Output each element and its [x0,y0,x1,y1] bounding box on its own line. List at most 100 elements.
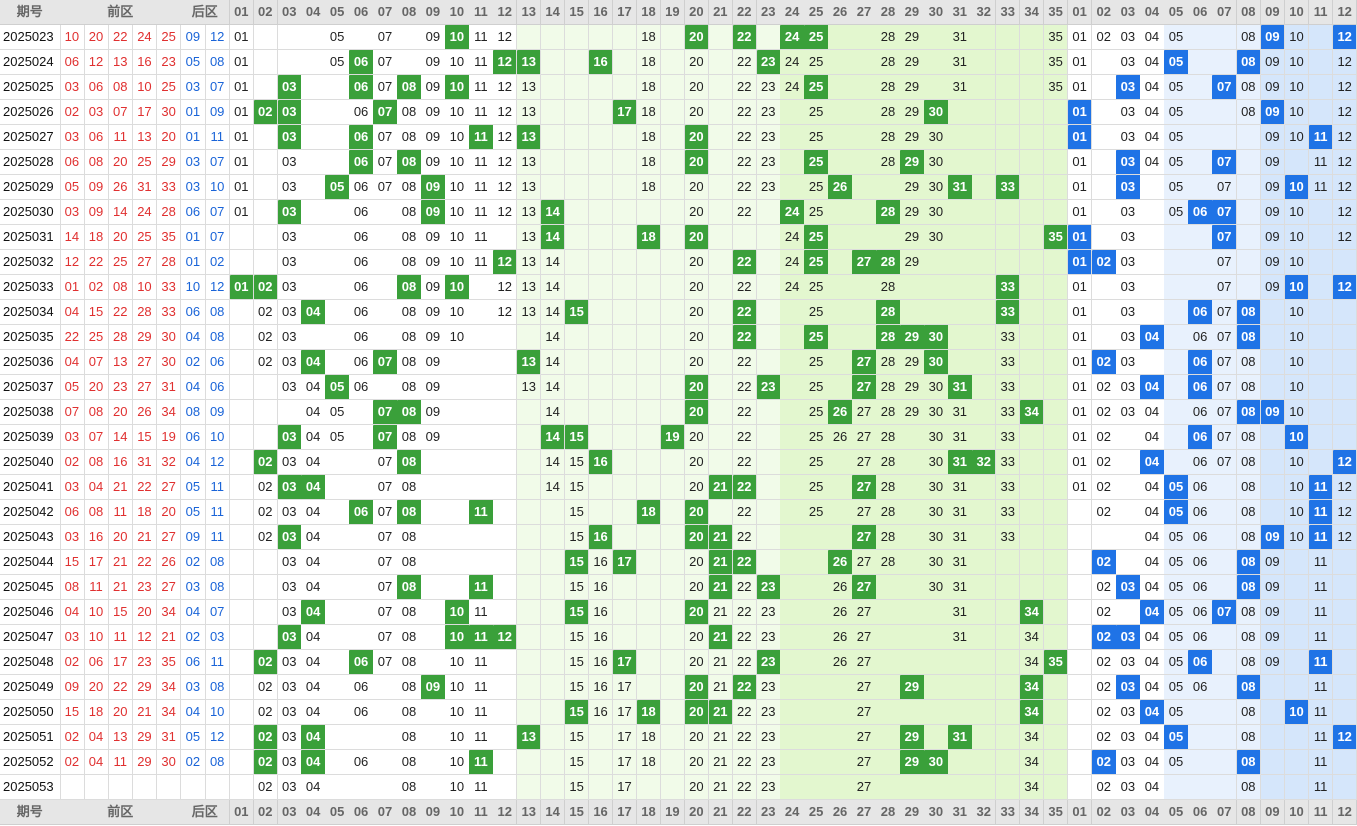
back-trend-cell: 05 [1164,175,1189,200]
front-trend-cell [804,675,829,700]
front-trend-cell [852,150,877,175]
front-trend-cell [517,525,542,550]
front-trend-cell [780,700,805,725]
front-trend-cell [972,775,997,800]
front-trend-cell [612,300,638,325]
back-trend-cell [1067,550,1093,575]
front-hit-ball: 06 [349,75,374,100]
back-hit-ball: 10 [1284,425,1310,450]
front-trend-cell [972,525,997,550]
front-trend-cell: 03 [277,350,302,375]
front-trend-cell [1043,575,1069,600]
front-trend-cell [972,300,997,325]
front-draw-number: 02 [60,650,85,675]
front-trend-cell [612,575,638,600]
back-draw-number: 09 [181,25,206,50]
front-trend-cell: 30 [924,575,949,600]
back-hit-ball: 04 [1140,375,1165,400]
back-draw-number: 06 [181,200,206,225]
front-trend-cell: 35 [1043,75,1069,100]
front-trend-cell [780,525,805,550]
header-top-front-num-08: 08 [397,0,422,25]
issue-number: 2025035 [0,325,61,350]
header-top-back-num-03: 03 [1116,0,1141,25]
front-trend-cell [708,175,734,200]
back-draw-number: 08 [205,325,231,350]
front-hit-ball: 23 [756,650,781,675]
back-trend-cell [1116,600,1141,625]
front-hit-ball: 02 [253,450,278,475]
back-trend-cell: 07 [1212,275,1238,300]
front-trend-cell: 15 [564,650,590,675]
front-hit-ball: 27 [852,350,877,375]
front-trend-cell [517,700,542,725]
front-trend-cell [373,675,398,700]
front-trend-cell: 06 [349,100,374,125]
front-trend-cell: 10 [445,675,470,700]
front-trend-cell: 16 [588,650,614,675]
front-trend-cell: 18 [636,50,662,75]
back-trend-cell: 06 [1188,625,1213,650]
back-trend-cell [1260,350,1286,375]
issue-number: 2025052 [0,750,61,775]
front-trend-cell: 20 [684,350,710,375]
back-trend-cell [1260,300,1286,325]
front-trend-cell: 21 [708,725,734,750]
front-trend-cell: 23 [756,675,781,700]
back-trend-cell [1308,425,1334,450]
front-trend-cell: 15 [564,525,590,550]
back-trend-cell: 03 [1116,275,1141,300]
back-hit-ball: 02 [1091,350,1117,375]
front-trend-cell [493,650,518,675]
front-trend-cell [564,400,590,425]
front-hit-ball: 22 [732,675,757,700]
front-trend-cell: 12 [493,125,518,150]
front-trend-cell [636,600,662,625]
front-trend-cell [900,625,925,650]
front-hit-ball: 16 [588,450,614,475]
front-draw-number: 20 [108,150,134,175]
front-trend-cell: 12 [493,275,518,300]
front-trend-cell [421,500,446,525]
header-top-front-label: 前区 [60,0,182,25]
front-draw-number: 15 [84,300,109,325]
front-trend-cell [828,525,853,550]
front-trend-cell [972,250,997,275]
front-trend-cell [349,775,374,800]
front-draw-number: 08 [84,450,109,475]
front-trend-cell [780,725,805,750]
front-trend-cell [828,250,853,275]
front-trend-cell [1019,75,1045,100]
front-hit-ball: 04 [301,350,326,375]
front-trend-cell [1043,375,1069,400]
front-hit-ball: 11 [469,500,494,525]
front-trend-cell [253,375,278,400]
back-trend-cell: 10 [1284,225,1310,250]
back-trend-cell: 11 [1308,175,1334,200]
header-bottom-front-num-06: 06 [349,800,374,825]
front-trend-cell: 10 [445,50,470,75]
front-trend-cell [229,400,255,425]
front-trend-cell [1019,250,1045,275]
back-trend-cell: 01 [1067,50,1093,75]
back-trend-cell: 04 [1140,150,1165,175]
front-trend-cell: 14 [540,350,566,375]
front-trend-cell [612,125,638,150]
back-hit-ball: 03 [1116,625,1141,650]
back-trend-cell [1260,500,1286,525]
front-trend-cell [445,550,470,575]
front-trend-cell: 12 [493,25,518,50]
back-trend-cell: 10 [1284,250,1310,275]
front-trend-cell: 24 [780,75,805,100]
back-draw-number: 07 [205,225,231,250]
front-draw-number: 19 [156,425,182,450]
front-trend-cell [948,150,973,175]
front-trend-cell [588,150,614,175]
front-draw-number: 07 [108,100,134,125]
front-hit-ball: 27 [852,575,877,600]
front-trend-cell: 18 [636,150,662,175]
front-draw-number: 15 [60,700,85,725]
back-trend-cell: 05 [1164,75,1189,100]
front-hit-ball: 03 [277,525,302,550]
front-trend-cell [325,675,350,700]
